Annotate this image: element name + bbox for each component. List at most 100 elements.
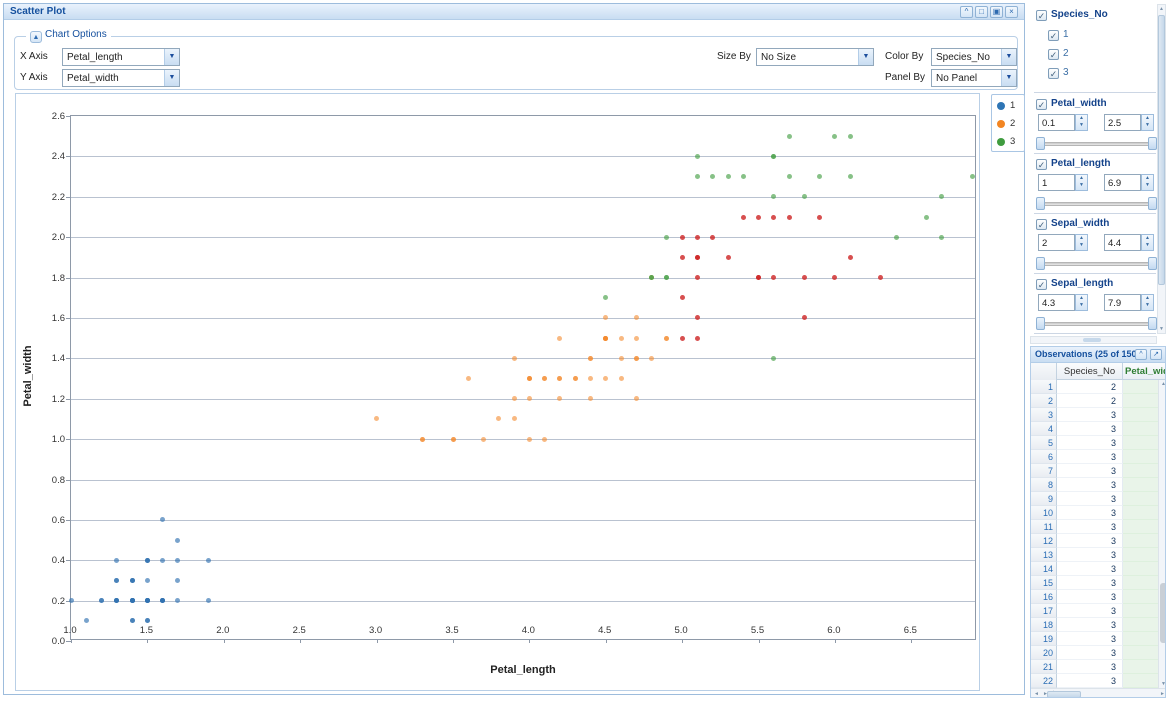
panel-by-combo[interactable]: No Panel ▼ — [931, 69, 1017, 87]
data-point-series-2[interactable] — [496, 416, 501, 421]
spinner-value[interactable]: 4.3 — [1038, 294, 1075, 311]
data-point-series-3[interactable] — [771, 154, 776, 159]
data-point-series-3-selected[interactable] — [695, 255, 700, 260]
data-point-series-1[interactable] — [145, 558, 150, 563]
spinner-value[interactable]: 6.9 — [1104, 174, 1141, 191]
checkbox-petal_width[interactable]: ✓ — [1036, 99, 1047, 110]
slider-handle-min[interactable] — [1036, 137, 1045, 150]
data-point-series-1[interactable] — [160, 517, 165, 522]
data-point-series-1[interactable] — [130, 618, 135, 623]
data-point-series-3[interactable] — [939, 194, 944, 199]
data-point-series-3-selected[interactable] — [741, 215, 746, 220]
legend-item-1[interactable]: 1 — [997, 97, 1025, 115]
data-point-series-3-selected[interactable] — [756, 275, 761, 280]
table-row[interactable]: 223 — [1031, 674, 1158, 688]
petal_width-min-spinner[interactable]: 0.1▲▼ — [1038, 114, 1088, 131]
data-point-series-2[interactable] — [664, 336, 669, 341]
spinner-arrows[interactable]: ▲▼ — [1141, 114, 1154, 131]
table-row[interactable]: 53 — [1031, 436, 1158, 450]
y-axis-combo[interactable]: Petal_width ▼ — [62, 69, 180, 87]
spin-up-icon[interactable]: ▲ — [1076, 295, 1087, 302]
spin-up-icon[interactable]: ▲ — [1142, 295, 1153, 302]
chevron-down-icon[interactable]: ▼ — [858, 49, 873, 65]
table-row[interactable]: 33 — [1031, 408, 1158, 422]
spinner-value[interactable]: 1 — [1038, 174, 1075, 191]
data-point-series-3-selected[interactable] — [680, 255, 685, 260]
scrollbar-thumb[interactable] — [1158, 15, 1165, 285]
data-point-series-2[interactable] — [619, 376, 624, 381]
data-point-series-2[interactable] — [466, 376, 471, 381]
table-row[interactable]: 63 — [1031, 450, 1158, 464]
data-point-series-2[interactable] — [634, 315, 639, 320]
data-point-series-2[interactable] — [634, 336, 639, 341]
spinner-arrows[interactable]: ▲▼ — [1141, 294, 1154, 311]
data-point-series-1[interactable] — [145, 618, 150, 623]
data-point-series-3[interactable] — [832, 134, 837, 139]
data-point-series-3[interactable] — [726, 174, 731, 179]
table-horizontal-scrollbar[interactable]: ◄ ► ► — [1031, 688, 1166, 698]
table-row[interactable]: 73 — [1031, 464, 1158, 478]
close-button[interactable]: × — [1005, 6, 1018, 18]
data-point-series-3[interactable] — [970, 174, 975, 179]
data-point-series-2[interactable] — [634, 396, 639, 401]
spinner-value[interactable]: 4.4 — [1104, 234, 1141, 251]
data-point-series-3-selected[interactable] — [848, 255, 853, 260]
spinner-value[interactable]: 2 — [1038, 234, 1075, 251]
table-row[interactable]: 123 — [1031, 534, 1158, 548]
data-point-series-1[interactable] — [114, 558, 119, 563]
table-row[interactable]: 153 — [1031, 576, 1158, 590]
scrollbar-thumb[interactable] — [1160, 583, 1166, 643]
data-point-series-2[interactable] — [557, 396, 562, 401]
observations-open-button[interactable]: ↗ — [1150, 349, 1162, 360]
data-point-series-2[interactable] — [573, 376, 578, 381]
legend-item-2[interactable]: 2 — [997, 115, 1025, 133]
data-point-series-3-selected[interactable] — [787, 215, 792, 220]
data-point-series-1[interactable] — [175, 538, 180, 543]
chevron-down-icon[interactable]: ▼ — [164, 70, 179, 86]
data-point-series-2[interactable] — [603, 376, 608, 381]
checkbox-sepal_length[interactable]: ✓ — [1036, 279, 1047, 290]
checkbox-petal_length[interactable]: ✓ — [1036, 159, 1047, 170]
spin-down-icon[interactable]: ▼ — [1076, 182, 1087, 189]
data-point-series-3-selected[interactable] — [756, 215, 761, 220]
checkbox-species-no-3[interactable]: ✓ — [1048, 68, 1059, 79]
table-row[interactable]: 22 — [1031, 394, 1158, 408]
data-point-series-3[interactable] — [710, 174, 715, 179]
data-point-series-2[interactable] — [588, 396, 593, 401]
data-point-series-3-selected[interactable] — [680, 235, 685, 240]
data-point-series-2[interactable] — [374, 416, 379, 421]
data-point-series-1[interactable] — [206, 598, 211, 603]
data-point-series-3[interactable] — [771, 194, 776, 199]
slider-handle-max[interactable] — [1148, 257, 1157, 270]
data-point-series-1[interactable] — [160, 598, 165, 603]
spinner-arrows[interactable]: ▲▼ — [1075, 294, 1088, 311]
data-point-series-2[interactable] — [512, 356, 517, 361]
data-point-series-3[interactable] — [894, 235, 899, 240]
table-vertical-scrollbar[interactable]: ▲ ▼ — [1158, 380, 1166, 688]
data-point-series-3[interactable] — [802, 194, 807, 199]
data-point-series-2[interactable] — [512, 396, 517, 401]
data-point-series-3[interactable] — [664, 275, 669, 280]
data-point-series-1[interactable] — [130, 598, 135, 603]
data-point-series-3[interactable] — [603, 295, 608, 300]
spin-down-icon[interactable]: ▼ — [1142, 302, 1153, 309]
table-row[interactable]: 203 — [1031, 646, 1158, 660]
spin-down-icon[interactable]: ▼ — [1076, 302, 1087, 309]
spin-up-icon[interactable]: ▲ — [1076, 115, 1087, 122]
data-point-series-3[interactable] — [649, 275, 654, 280]
table-row[interactable]: 93 — [1031, 492, 1158, 506]
data-point-series-3[interactable] — [695, 154, 700, 159]
data-point-series-3[interactable] — [939, 235, 944, 240]
spinner-value[interactable]: 7.9 — [1104, 294, 1141, 311]
scrollbar-thumb[interactable] — [1047, 691, 1081, 698]
legend-item-3[interactable]: 3 — [997, 133, 1025, 151]
data-point-series-3-selected[interactable] — [878, 275, 883, 280]
data-point-series-2-selected[interactable] — [695, 315, 700, 320]
data-point-series-3-selected[interactable] — [771, 215, 776, 220]
data-point-series-3-selected[interactable] — [695, 235, 700, 240]
data-point-series-3[interactable] — [787, 134, 792, 139]
table-row[interactable]: 83 — [1031, 478, 1158, 492]
data-point-series-3[interactable] — [741, 174, 746, 179]
data-point-series-3[interactable] — [771, 356, 776, 361]
table-row[interactable]: 133 — [1031, 548, 1158, 562]
